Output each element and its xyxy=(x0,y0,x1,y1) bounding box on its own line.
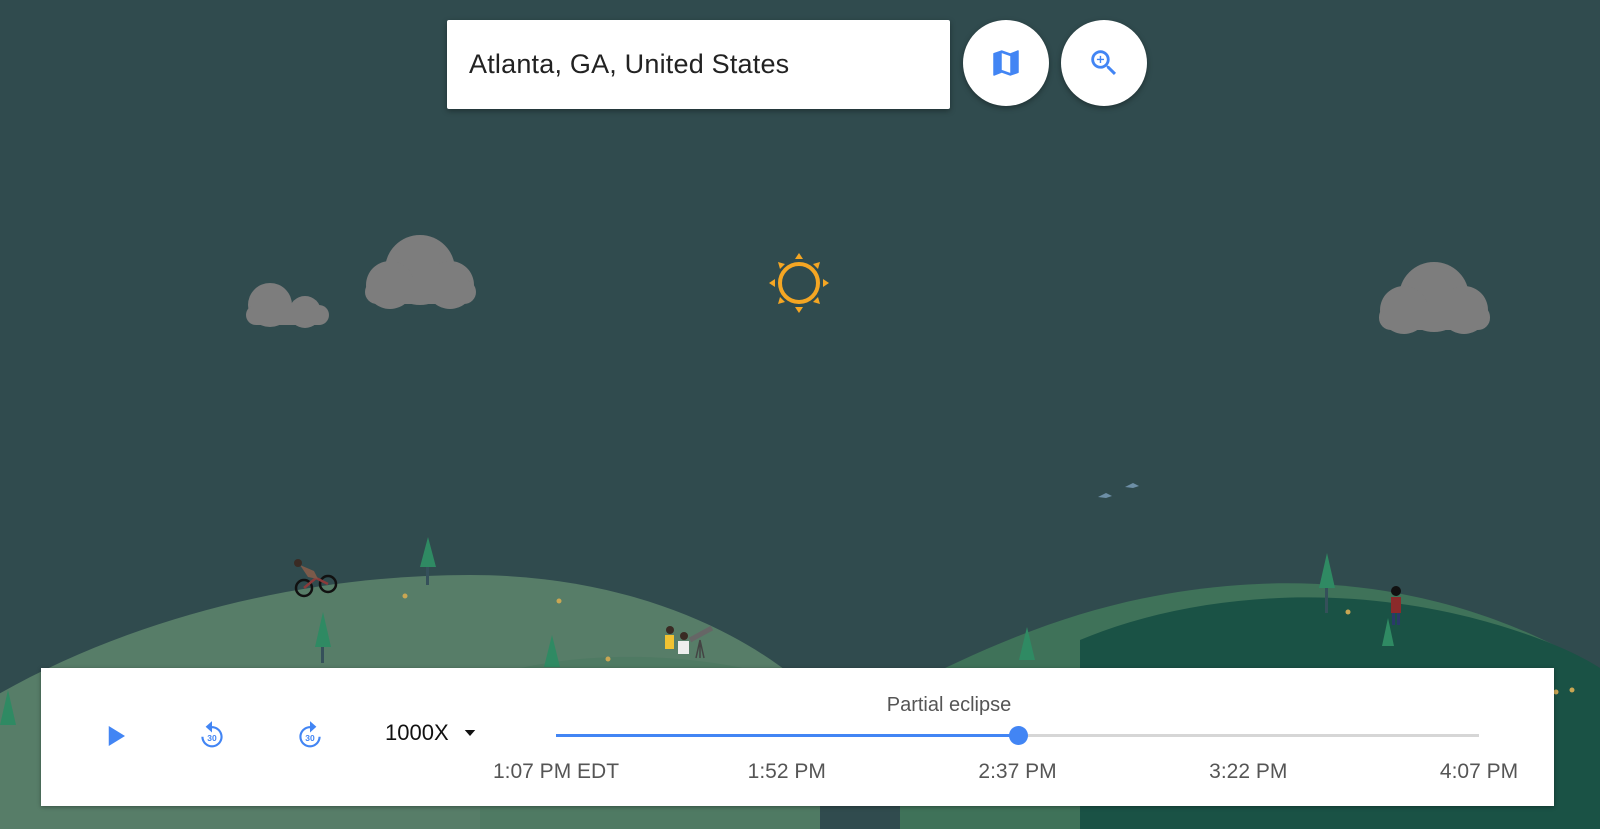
playback-controls-panel: 30 30 1000X Partial eclipse 1:07 PM EDT … xyxy=(41,668,1554,806)
birds xyxy=(1098,483,1139,498)
forward-30-icon: 30 xyxy=(299,721,321,748)
zoom-button[interactable] xyxy=(1061,20,1147,106)
forward-30-label: 30 xyxy=(305,733,315,743)
caret-down-icon xyxy=(464,730,475,736)
timeline-slider[interactable] xyxy=(556,726,1479,745)
timeline-tick: 3:22 PM xyxy=(1209,760,1288,783)
eclipse-scene: Atlanta, GA, United States 30 30 1000X P… xyxy=(0,0,1600,829)
zoom-in-icon xyxy=(1091,50,1117,76)
timeline-tick: 2:37 PM xyxy=(978,760,1057,783)
speed-dropdown[interactable]: 1000X xyxy=(385,720,479,746)
speed-label: 1000X xyxy=(385,720,449,745)
eclipse-phase-label: Partial eclipse xyxy=(886,694,1012,716)
cloud-left-large xyxy=(365,235,476,309)
cloud-right xyxy=(1379,262,1490,334)
play-button[interactable] xyxy=(95,716,135,756)
replay-30-icon: 30 xyxy=(201,721,223,748)
sun-icon xyxy=(769,253,829,313)
map-icon xyxy=(993,50,1019,76)
location-text: Atlanta, GA, United States xyxy=(469,49,790,79)
timeline-tick: 4:07 PM xyxy=(1439,760,1519,783)
play-icon xyxy=(108,726,125,746)
timeline-progress xyxy=(556,734,1018,737)
timeline-tick: 1:52 PM xyxy=(747,760,826,783)
cloud-left-small xyxy=(246,283,329,328)
location-search-input[interactable]: Atlanta, GA, United States xyxy=(447,20,950,109)
map-button[interactable] xyxy=(963,20,1049,106)
timeline-thumb[interactable] xyxy=(1008,726,1028,745)
timeline-tick: 1:07 PM EDT xyxy=(492,760,620,783)
forward-30-button[interactable]: 30 xyxy=(290,716,330,756)
rewind-30-label: 30 xyxy=(207,733,217,743)
rewind-30-button[interactable]: 30 xyxy=(192,716,232,756)
